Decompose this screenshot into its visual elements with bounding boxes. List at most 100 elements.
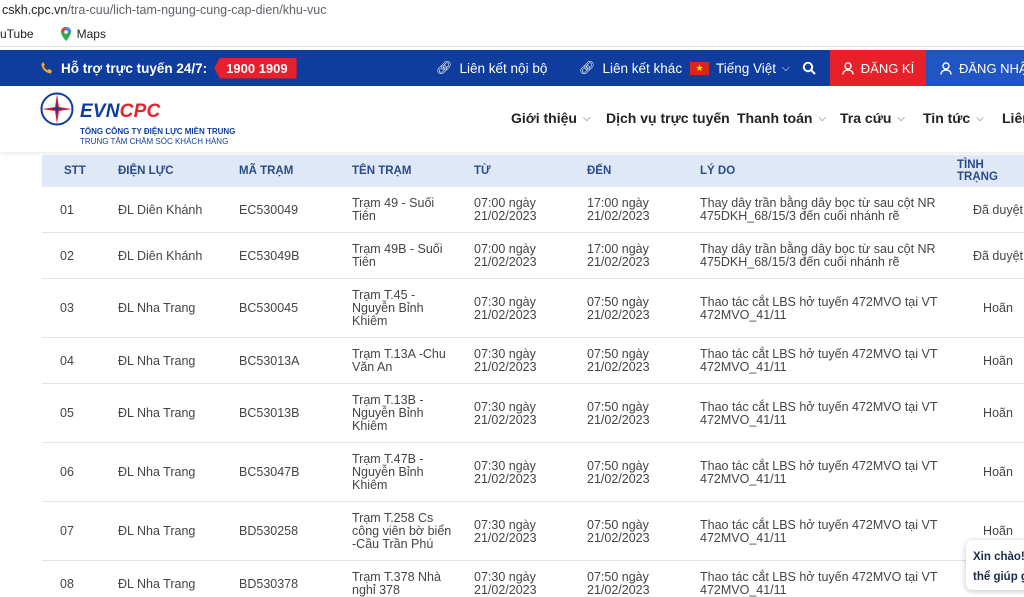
nav-lien[interactable]: Liên: [1002, 110, 1024, 126]
other-links[interactable]: 🔗︎ Liên kết khác: [579, 50, 682, 86]
cell-line: 21/02/2023: [474, 531, 537, 545]
table-cell-ma-tram: BC530045: [239, 302, 298, 315]
table-cell-tu: 07:30 ngày 21/02/2023: [474, 460, 537, 486]
cell-line: Khiêm: [352, 478, 388, 492]
register-button[interactable]: ĐĂNG KÍ: [830, 50, 926, 86]
nav-label: Liên: [1002, 110, 1024, 126]
chat-line: thể giúp g: [973, 571, 1024, 583]
cell-line: 21/02/2023: [474, 360, 537, 374]
cell-line: ĐL Diên Khánh: [118, 249, 203, 263]
table-cell-dien-luc: ĐL Nha Trang: [118, 302, 195, 315]
user-icon: [940, 61, 952, 75]
outage-table: STT ĐIỆN LỰC MÃ TRẠM TÊN TRẠM TỪ ĐẾN LÝ …: [42, 155, 1024, 597]
cell-line: 21/02/2023: [474, 209, 537, 223]
table-cell-ma-tram: EC53049B: [239, 250, 299, 263]
table-cell-ma-tram: EC530049: [239, 204, 298, 217]
hotline-number[interactable]: 1900 1909: [214, 57, 297, 79]
table-cell-tu: 07:30 ngày 21/02/2023: [474, 296, 537, 322]
table-cell-ly-do: Thay dây trần bằng dây bọc từ sau cột NR…: [700, 243, 936, 269]
table-cell-ly-do: Thao tác cắt LBS hở tuyến 472MVO tại VT 4…: [700, 296, 937, 322]
table-cell-ly-do: Thao tác cắt LBS hở tuyến 472MVO tại VT 4…: [700, 401, 937, 427]
url-path: /tra-cuu/lich-tam-ngung-cung-cap-dien/kh…: [67, 3, 327, 17]
cell-line: 21/02/2023: [474, 583, 537, 597]
chevron-down-icon: ⌵: [782, 62, 790, 74]
table-cell-tinh-trang: Hoãn: [972, 355, 1024, 368]
cell-line: 472MVO_41/11: [700, 360, 787, 374]
nav-label: Dịch vụ trực tuyến: [606, 110, 730, 126]
table-cell-ten-tram: Trạm T.13B - Nguyễn Bỉnh Khiêm: [352, 394, 424, 433]
table-header: STT ĐIỆN LỰC MÃ TRẠM TÊN TRẠM TỪ ĐẾN LÝ …: [42, 155, 1024, 187]
cell-line: ĐL Nha Trang: [118, 524, 196, 538]
search-button[interactable]: [802, 50, 816, 86]
table-row: 06 ĐL Nha Trang BC53047B Trạm T.47B - Nguyễn…: [42, 443, 1024, 502]
cell-line: ĐL Nha Trang: [118, 465, 196, 479]
cell-line: Hoãn: [983, 465, 1013, 479]
cell-line: Đã duyệt: [972, 203, 1024, 217]
table-cell-tu: 07:00 ngày 21/02/2023: [474, 197, 537, 223]
table-cell-tu: 07:30 ngày 21/02/2023: [474, 571, 537, 597]
cell-line: Khiêm: [352, 419, 388, 433]
table-cell-den: 07:50 ngày 21/02/2023: [587, 296, 650, 322]
table-cell-stt: 04: [60, 355, 74, 368]
cell-line: 03: [60, 301, 74, 315]
table-row: 08 ĐL Nha Trang BD530378 Trạm T.378 Nhà nghỉ…: [42, 561, 1024, 597]
table-cell-ten-tram: Trạm T.45 - Nguyễn Bỉnh Khiêm: [352, 289, 424, 328]
table-cell-stt: 05: [60, 407, 74, 420]
cell-line: Đã duyệt: [972, 249, 1024, 263]
cell-line: Hoãn: [983, 524, 1013, 538]
table-row: 03 ĐL Nha Trang BC530045 Trạm T.45 - Nguyễn …: [42, 279, 1024, 338]
cell-line: 05: [60, 406, 74, 420]
chevron-down-icon: ⌵: [897, 112, 905, 124]
bookmark-label: Maps: [76, 27, 106, 41]
table-cell-ma-tram: BC53013B: [239, 407, 299, 420]
address-bar[interactable]: cskh.cpc.vn/tra-cuu/lich-tam-ngung-cung-…: [0, 0, 1024, 22]
chevron-down-icon: ⌵: [818, 112, 827, 124]
cell-line: BC530045: [239, 301, 299, 315]
cell-line: 21/02/2023: [474, 472, 537, 486]
cell-line: 21/02/2023: [474, 255, 537, 269]
chevron-down-icon: ⌵: [582, 112, 591, 124]
nav-tin-tuc[interactable]: Tin tức ⌵: [923, 110, 984, 126]
cell-line: BD530258: [239, 524, 299, 538]
cell-line: 21/02/2023: [587, 472, 650, 486]
chat-bubble[interactable]: Xin chào! thể giúp g: [966, 540, 1024, 590]
bookmark-maps[interactable]: Maps: [60, 27, 106, 41]
table-cell-ten-tram: Trạm T.258 Cs công viên bờ biển -Cầu Trần …: [352, 512, 451, 551]
nav-label: Tra cứu: [840, 110, 892, 126]
cell-line: BC53013B: [239, 406, 300, 420]
table-cell-ten-tram: Trạm 49 - Suối Tiên: [352, 197, 434, 223]
table-cell-stt: 02: [60, 250, 74, 263]
cell-line: 21/02/2023: [587, 583, 650, 597]
nav-thanh-toan[interactable]: Thanh toán ⌵: [737, 110, 826, 126]
cell-line: 472MVO_41/11: [700, 413, 787, 427]
cell-line: EC53049B: [239, 249, 300, 263]
table-cell-den: 07:50 ngày 21/02/2023: [587, 460, 650, 486]
table-body: 01 ĐL Diên Khánh EC530049 Trạm 49 - Suối Tiê…: [42, 187, 1024, 597]
table-cell-tinh-trang: Đã duyệt: [972, 204, 1024, 217]
nav-tra-cuu[interactable]: Tra cứu ⌵: [840, 110, 905, 126]
nav-gioi-thieu[interactable]: Giới thiệu ⌵: [511, 110, 591, 126]
table-row: 02 ĐL Diên Khánh EC53049B Trạm 49B - Suối Ti…: [42, 233, 1024, 279]
cell-line: 475DKH_68/15/3 đến cuối nhánh rẽ: [700, 209, 900, 223]
url-host: cskh.cpc.vn: [2, 3, 68, 17]
nav-dich-vu[interactable]: Dịch vụ trực tuyến: [606, 110, 730, 126]
cell-line: 06: [60, 465, 74, 479]
internal-links[interactable]: 🔗︎ Liên kết nội bộ: [436, 50, 547, 86]
table-cell-tu: 07:00 ngày 21/02/2023: [474, 243, 537, 269]
table-cell-dien-luc: ĐL Diên Khánh: [118, 204, 202, 217]
table-cell-ly-do: Thao tác cắt LBS hở tuyến 472MVO tại VT 4…: [700, 519, 937, 545]
site-header: EVNCPC TỔNG CÔNG TY ĐIỆN LỰC MIỀN TRUNG …: [0, 86, 1024, 152]
language-select[interactable]: ★ Tiếng Việt ⌵: [690, 50, 790, 86]
support-label: Hỗ trợ trực tuyến 24/7:: [61, 60, 208, 76]
col-header: MÃ TRẠM: [239, 165, 294, 177]
login-button[interactable]: ĐĂNG NHẬP: [926, 50, 1024, 86]
link-icon: 🔗︎: [436, 60, 453, 75]
table-cell-ly-do: Thao tác cắt LBS hở tuyến 472MVO tại VT 4…: [700, 460, 937, 486]
login-label: ĐĂNG NHẬP: [959, 60, 1024, 76]
bookmark-youtube[interactable]: uTube: [0, 27, 34, 41]
other-links-label: Liên kết khác: [602, 60, 683, 76]
table-cell-tinh-trang: Hoãn: [972, 302, 1024, 315]
table-cell-stt: 01: [60, 204, 74, 217]
table-cell-tinh-trang: Hoãn: [972, 525, 1024, 538]
cell-line: ĐL Diên Khánh: [118, 203, 203, 217]
